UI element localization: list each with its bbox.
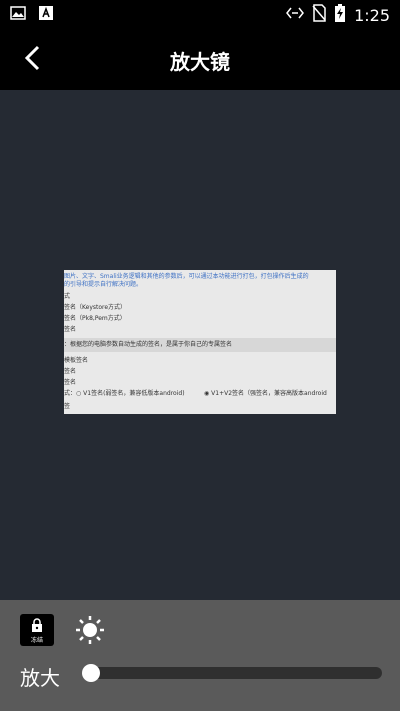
app-bar: 放大镜: [0, 28, 400, 90]
preview-line: 签: [64, 403, 71, 410]
sun-icon: [74, 616, 106, 650]
preview-line: 的引导和提示自行解决问题。: [64, 281, 143, 288]
preview-line: 签名: [64, 368, 77, 375]
freeze-label: 冻结: [30, 637, 43, 644]
zoom-slider-track[interactable]: [90, 667, 382, 679]
control-panel: 冻结 放大: [0, 600, 400, 711]
zoom-slider-thumb[interactable]: [82, 664, 100, 682]
preview-radio-v1: ○ V1签名(弱签名，兼容低版本android): [76, 390, 185, 397]
preview-line: 签名: [64, 326, 77, 333]
page-title: 放大镜: [170, 50, 230, 74]
preview-line: 图片、文字、Smali业务逻辑和其他的参数后，可以通过本功能进行打包，打包操作后…: [64, 273, 309, 280]
lock-icon: [31, 617, 43, 636]
data-sync-icon: [286, 5, 305, 25]
preview-line: 签名: [64, 379, 77, 386]
preview-line: 式：: [64, 390, 77, 397]
status-time: 1:25: [354, 5, 390, 25]
text-font-icon: [38, 5, 54, 25]
brightness-button[interactable]: [74, 614, 106, 646]
preview-line: 签名（Pk8,Pem方式）: [64, 315, 126, 322]
preview-line: 模板签名: [64, 357, 89, 364]
magnifier-viewport[interactable]: 图片、文字、Smali业务逻辑和其他的参数后，可以通过本功能进行打包，打包操作后…: [0, 90, 400, 600]
status-bar: 1:25: [0, 0, 400, 28]
preview-line: 式: [64, 293, 71, 300]
image-icon: [10, 5, 26, 25]
battery-charging-icon: [334, 4, 346, 26]
no-sim-icon: [312, 4, 326, 26]
zoom-label: 放大: [20, 666, 60, 690]
freeze-button[interactable]: 冻结: [20, 614, 54, 646]
preview-line: 签名（Keystore方式）: [64, 304, 127, 311]
preview-line: ：根据您的电脑参数自动生成的签名，是属于你自己的专属签名: [64, 341, 233, 348]
preview-radio-v1v2: ◉ V1+V2签名（强签名，兼容高版本android: [204, 390, 327, 397]
magnified-preview: 图片、文字、Smali业务逻辑和其他的参数后，可以通过本功能进行打包，打包操作后…: [64, 270, 336, 414]
